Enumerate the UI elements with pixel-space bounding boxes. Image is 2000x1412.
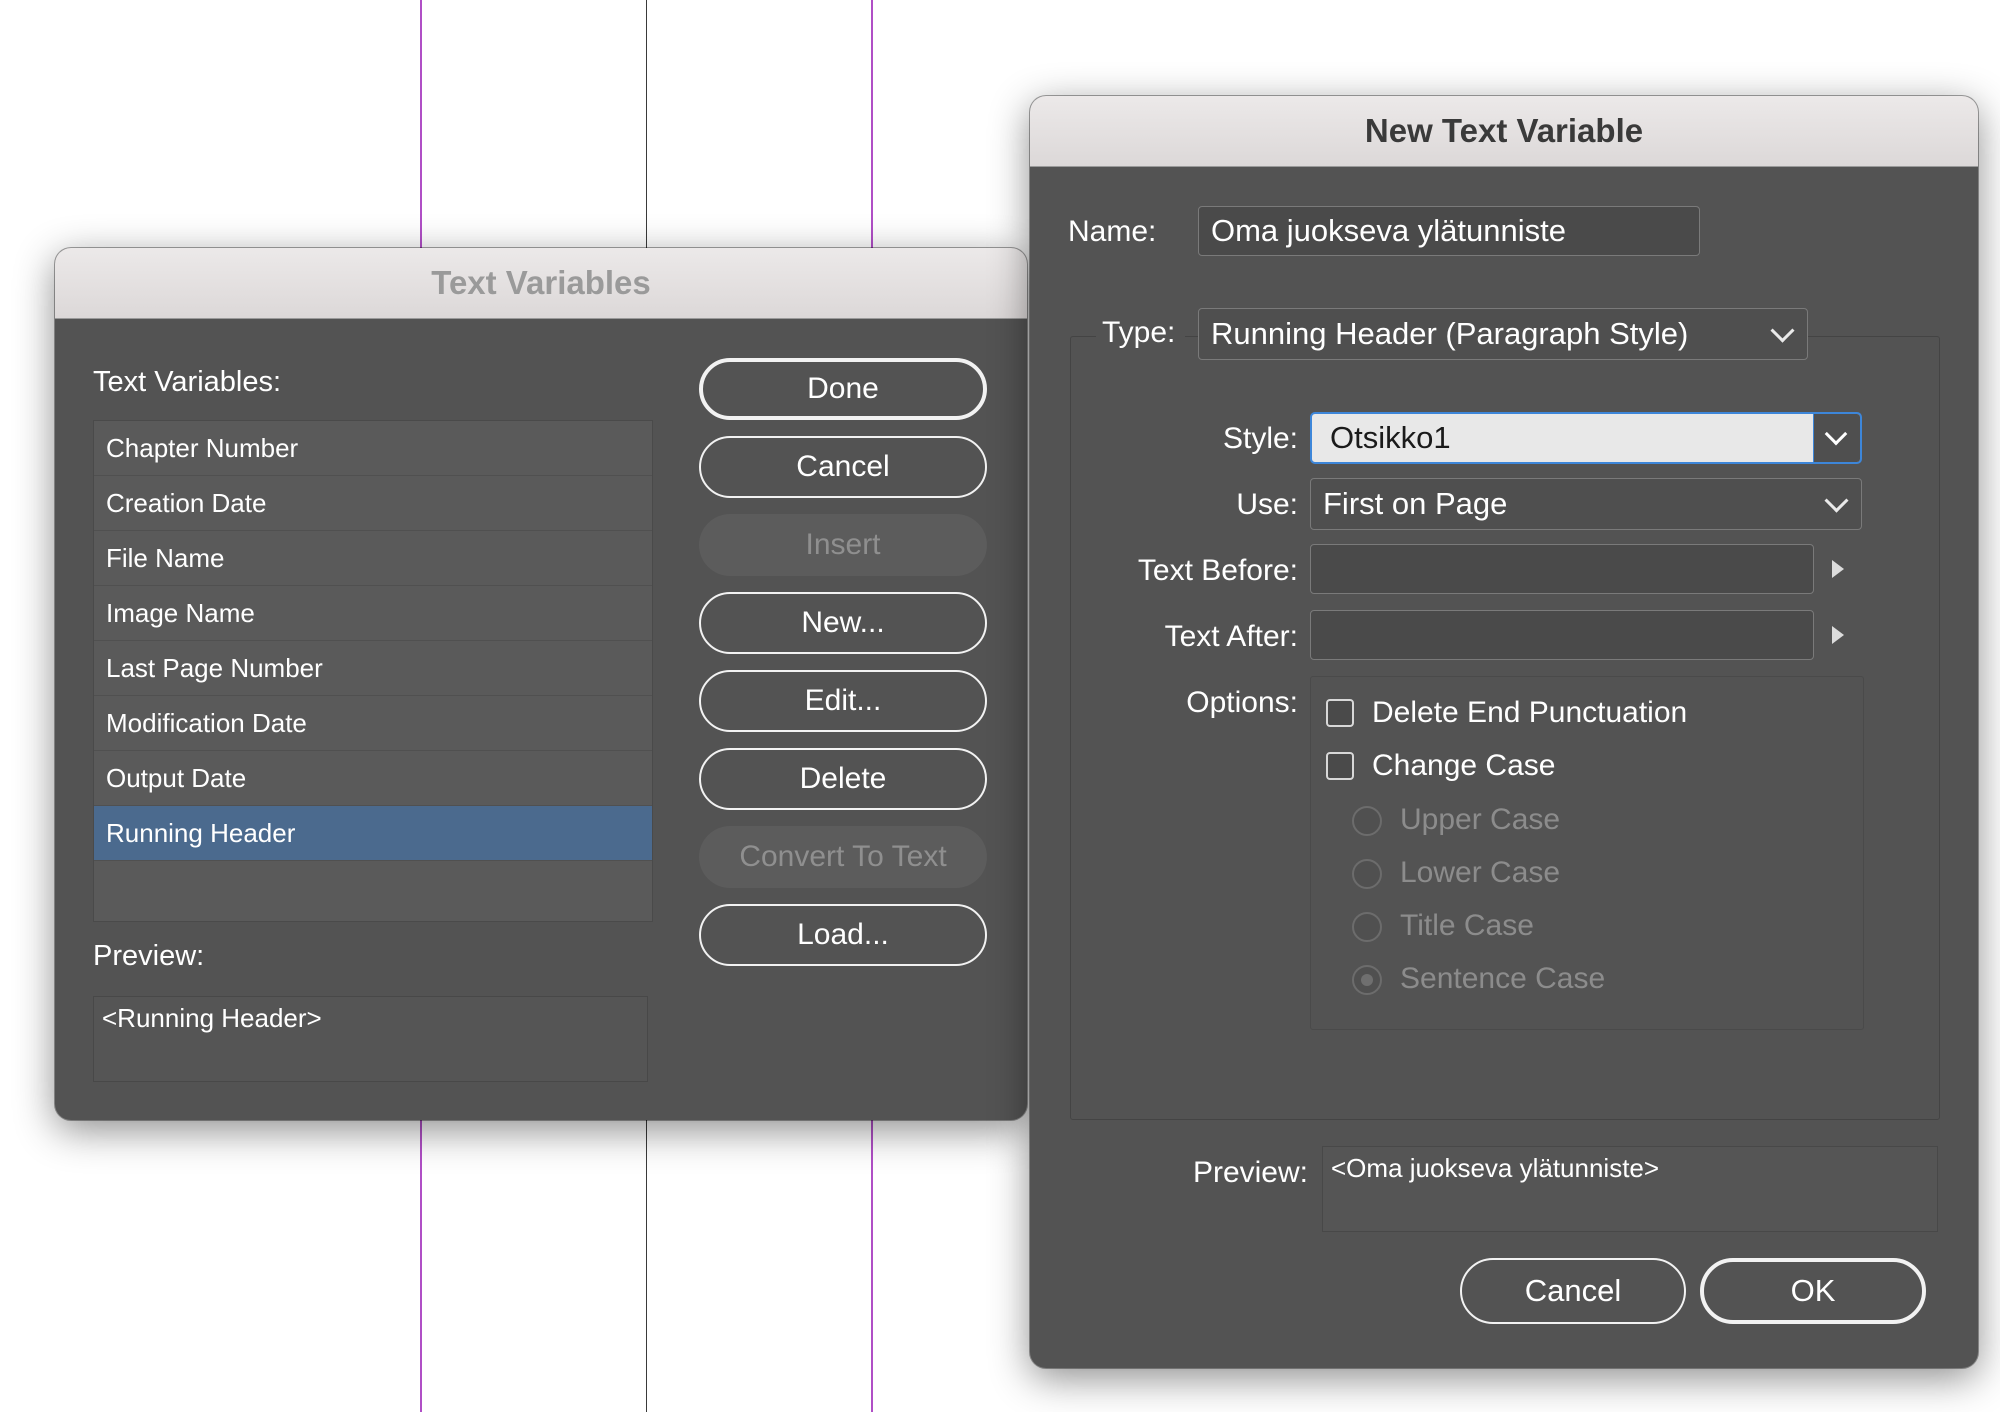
name-label: Name:: [1068, 215, 1157, 248]
name-input-value: Oma juokseva ylätunniste: [1211, 213, 1566, 248]
list-item-last-page-number[interactable]: Last Page Number: [94, 641, 652, 696]
cancel-button[interactable]: Cancel: [1460, 1258, 1686, 1324]
new-button[interactable]: New...: [699, 592, 987, 654]
preview-box: <Oma juokseva ylätunniste>: [1322, 1146, 1938, 1232]
type-dropdown-value: Running Header (Paragraph Style): [1211, 316, 1689, 351]
upper-case-label: Upper Case: [1400, 803, 1561, 836]
ok-button[interactable]: OK: [1700, 1258, 1926, 1324]
chevron-down-icon: [1824, 488, 1849, 513]
dialog-title: Text Variables: [431, 264, 651, 301]
name-input[interactable]: Oma juokseva ylätunniste: [1198, 206, 1700, 256]
list-item-running-header[interactable]: Running Header: [94, 806, 652, 861]
preview-text: <Running Header>: [102, 1003, 322, 1033]
delete-end-punctuation-checkbox[interactable]: [1326, 699, 1354, 727]
style-dropdown-button[interactable]: [1813, 414, 1860, 462]
load-button[interactable]: Load...: [699, 904, 987, 966]
list-item-file-name[interactable]: File Name: [94, 531, 652, 586]
lower-case-radio[interactable]: [1352, 859, 1382, 889]
text-before-label: Text Before:: [1137, 554, 1298, 587]
edit-button[interactable]: Edit...: [699, 670, 987, 732]
title-case-label: Title Case: [1400, 909, 1534, 942]
title-case-radio[interactable]: [1352, 912, 1382, 942]
type-label: Type:: [1096, 316, 1186, 350]
style-dropdown-value: Otsikko1: [1330, 420, 1451, 455]
chevron-down-icon: [1824, 422, 1848, 446]
text-after-label: Text After:: [1164, 620, 1298, 653]
convert-to-text-button[interactable]: Convert To Text: [699, 826, 987, 888]
sentence-case-radio[interactable]: [1352, 965, 1382, 995]
type-dropdown[interactable]: Running Header (Paragraph Style): [1198, 308, 1808, 360]
done-button[interactable]: Done: [699, 358, 987, 420]
delete-button[interactable]: Delete: [699, 748, 987, 810]
list-item-creation-date[interactable]: Creation Date: [94, 476, 652, 531]
new-text-variable-titlebar[interactable]: New Text Variable: [1030, 96, 1978, 167]
preview-label: Preview:: [93, 940, 205, 972]
text-variables-dialog: Text Variables Text Variables: Chapter N…: [55, 248, 1027, 1120]
style-label: Style:: [1222, 422, 1298, 455]
delete-end-punctuation-label: Delete End Punctuation: [1372, 696, 1688, 729]
preview-text: <Oma juokseva ylätunniste>: [1331, 1153, 1660, 1183]
list-item-output-date[interactable]: Output Date: [94, 751, 652, 806]
change-case-label: Change Case: [1372, 749, 1556, 782]
list-item-chapter-number[interactable]: Chapter Number: [94, 421, 652, 476]
options-label: Options:: [1186, 686, 1298, 719]
use-dropdown-value: First on Page: [1323, 486, 1508, 521]
list-label: Text Variables:: [93, 366, 282, 398]
list-item-modification-date[interactable]: Modification Date: [94, 696, 652, 751]
insert-special-character-icon[interactable]: [1832, 626, 1844, 644]
preview-label: Preview:: [1192, 1156, 1308, 1189]
text-before-input[interactable]: [1310, 544, 1814, 594]
insert-button[interactable]: Insert: [699, 514, 987, 576]
dialog-title: New Text Variable: [1364, 112, 1644, 149]
lower-case-label: Lower Case: [1400, 856, 1561, 889]
text-variables-list[interactable]: Chapter Number Creation Date File Name I…: [93, 420, 653, 922]
text-after-input[interactable]: [1310, 610, 1814, 660]
list-item-image-name[interactable]: Image Name: [94, 586, 652, 641]
preview-box: <Running Header>: [93, 996, 648, 1082]
use-label: Use:: [1236, 488, 1298, 521]
chevron-down-icon: [1770, 318, 1795, 343]
change-case-checkbox[interactable]: [1326, 752, 1354, 780]
cancel-button[interactable]: Cancel: [699, 436, 987, 498]
upper-case-radio[interactable]: [1352, 806, 1382, 836]
sentence-case-label: Sentence Case: [1400, 962, 1606, 995]
style-dropdown[interactable]: Otsikko1: [1310, 412, 1862, 464]
use-dropdown[interactable]: First on Page: [1310, 478, 1862, 530]
text-variables-titlebar[interactable]: Text Variables: [55, 248, 1027, 319]
insert-special-character-icon[interactable]: [1832, 560, 1844, 578]
